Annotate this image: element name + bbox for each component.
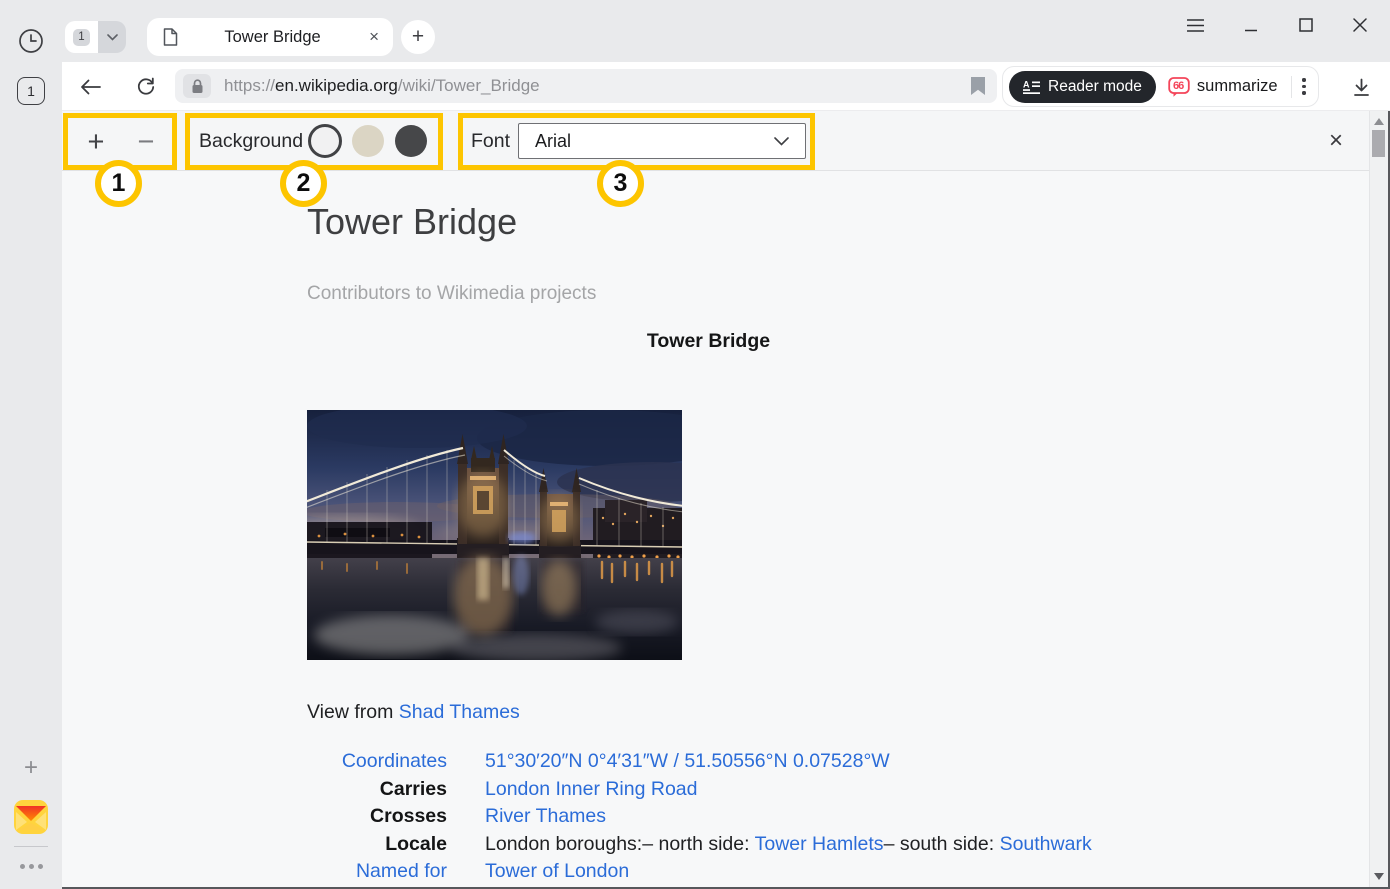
url-scheme: https:// xyxy=(224,76,275,95)
summarize-button[interactable]: 66 summarize xyxy=(1168,76,1278,98)
named-for-label-link[interactable]: Named for xyxy=(307,858,447,886)
tab-bar: 1 Tower Bridge × + xyxy=(62,0,1390,62)
downloads-button[interactable] xyxy=(1346,72,1376,102)
sidebar-divider xyxy=(14,846,48,847)
url-text: https://en.wikipedia.org/wiki/Tower_Brid… xyxy=(224,76,963,96)
chevron-down-icon xyxy=(107,34,118,41)
left-sidebar: 1 + xyxy=(0,0,62,889)
locale-text-1: London boroughs:– north side: xyxy=(485,833,755,855)
tab-close-icon[interactable]: × xyxy=(367,27,381,47)
tower-hamlets-link[interactable]: Tower Hamlets xyxy=(755,833,884,855)
mail-app-icon[interactable] xyxy=(13,799,49,835)
svg-text:A: A xyxy=(1023,80,1030,90)
carries-label: Carries xyxy=(307,776,447,804)
crosses-label: Crosses xyxy=(307,803,447,831)
browser-menu-icon[interactable] xyxy=(1180,10,1210,40)
more-actions-icon[interactable] xyxy=(1296,73,1312,101)
page-actions-group: A Reader mode 66 summarize xyxy=(1002,66,1319,107)
annotation-step-2: 2 xyxy=(280,160,327,207)
infobox-caption: Tower Bridge xyxy=(307,330,1110,353)
locale-label: Locale xyxy=(307,831,447,859)
workspace-switcher[interactable]: 1 xyxy=(65,21,126,53)
reader-mode-label: Reader mode xyxy=(1048,78,1142,96)
annotation-step-3: 3 xyxy=(597,160,644,207)
annotation-box-background xyxy=(185,113,443,170)
reload-button[interactable] xyxy=(131,72,161,102)
crosses-value-link[interactable]: River Thames xyxy=(485,805,606,827)
reader-settings-close-icon[interactable]: × xyxy=(1320,125,1352,157)
workspace-number: 1 xyxy=(73,29,90,46)
minimize-icon[interactable] xyxy=(1236,10,1266,40)
tab-title: Tower Bridge xyxy=(178,28,367,47)
navigation-toolbar: https://en.wikipedia.org/wiki/Tower_Brid… xyxy=(62,62,1390,111)
actions-divider xyxy=(1291,76,1292,98)
locale-text-2: – south side: xyxy=(884,833,1000,855)
article-byline: Contributors to Wikimedia projects xyxy=(307,283,596,305)
browser-window: 1 + 1 Tower Bridge × xyxy=(0,0,1390,889)
svg-text:66: 66 xyxy=(1173,80,1184,92)
scrollbar-thumb[interactable] xyxy=(1372,130,1385,157)
infobox-row-crosses: Crosses River Thames xyxy=(307,803,1257,831)
page-icon xyxy=(163,28,178,46)
reader-mode-button[interactable]: A Reader mode xyxy=(1009,71,1156,103)
back-arrow-icon xyxy=(80,78,101,96)
summarize-label: summarize xyxy=(1197,77,1278,96)
scroll-up-icon[interactable] xyxy=(1374,118,1384,125)
site-security-chip[interactable] xyxy=(183,74,211,98)
maximize-icon[interactable] xyxy=(1291,10,1321,40)
reader-mode-icon: A xyxy=(1023,80,1040,94)
reader-content: Tower Bridge Contributors to Wikimedia p… xyxy=(62,171,1369,887)
infobox-row-locale: Locale London boroughs:– north side: Tow… xyxy=(307,831,1257,859)
infobox-row-coordinates: Coordinates 51°30′20″N 0°4′31″W / 51.505… xyxy=(307,748,1257,776)
image-caption: View from Shad Thames xyxy=(307,701,520,724)
shad-thames-link[interactable]: Shad Thames xyxy=(399,701,520,723)
history-clock-icon[interactable] xyxy=(16,26,46,56)
southwark-link[interactable]: Southwark xyxy=(1000,833,1092,855)
article-title: Tower Bridge xyxy=(307,201,517,243)
new-tab-button[interactable]: + xyxy=(401,20,435,54)
annotation-step-1: 1 xyxy=(95,160,142,207)
lock-icon xyxy=(191,79,204,94)
url-host: en.wikipedia.org xyxy=(275,76,398,95)
close-window-icon[interactable] xyxy=(1345,10,1375,40)
infobox-table: Coordinates 51°30′20″N 0°4′31″W / 51.505… xyxy=(307,748,1257,886)
workspace-chevron-button[interactable] xyxy=(98,21,126,53)
bookmark-icon[interactable] xyxy=(971,77,985,95)
tower-of-london-link[interactable]: Tower of London xyxy=(485,860,629,882)
download-icon xyxy=(1352,78,1371,97)
back-button[interactable] xyxy=(75,72,105,102)
url-path: /wiki/Tower_Bridge xyxy=(398,76,540,95)
sidebar-more-button[interactable] xyxy=(16,858,46,874)
annotation-box-font xyxy=(458,113,815,170)
vertical-scrollbar[interactable] xyxy=(1369,111,1388,887)
summarize-quote-icon: 66 xyxy=(1168,76,1190,98)
scroll-down-icon[interactable] xyxy=(1374,873,1384,880)
infobox-row-named-for: Named for Tower of London xyxy=(307,858,1257,886)
coordinates-label-link[interactable]: Coordinates xyxy=(307,748,447,776)
tower-bridge-photo xyxy=(307,410,682,660)
address-bar[interactable]: https://en.wikipedia.org/wiki/Tower_Brid… xyxy=(175,69,997,103)
sidebar-workspace-badge[interactable]: 1 xyxy=(17,77,45,105)
carries-value-link[interactable]: London Inner Ring Road xyxy=(485,778,698,800)
tab-tower-bridge[interactable]: Tower Bridge × xyxy=(147,18,393,56)
infobox-row-carries: Carries London Inner Ring Road xyxy=(307,776,1257,804)
image-caption-text: View from xyxy=(307,701,399,723)
reload-icon xyxy=(136,77,156,97)
sidebar-add-panel-button[interactable]: + xyxy=(16,753,46,783)
coordinates-value-link[interactable]: 51°30′20″N 0°4′31″W / 51.50556°N 0.07528… xyxy=(485,750,890,772)
